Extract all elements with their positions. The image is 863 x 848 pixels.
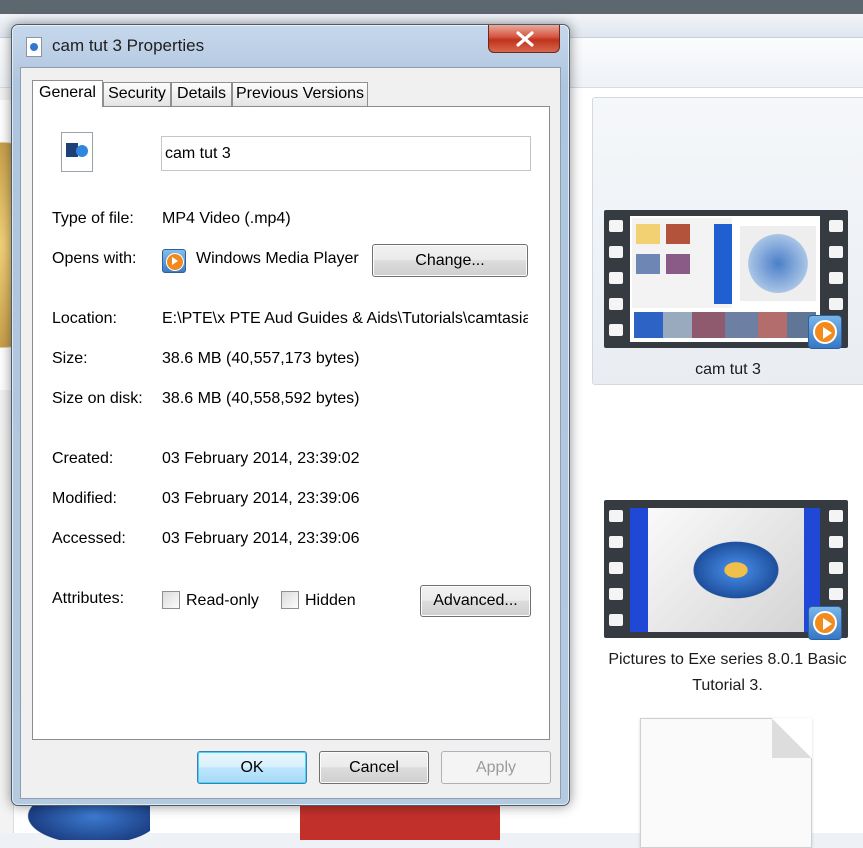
change-button[interactable]: Change...	[372, 244, 528, 277]
general-tab-panel: Type of file: MP4 Video (.mp4) Opens wit…	[32, 106, 550, 740]
size-on-disk-label: Size on disk:	[52, 390, 143, 407]
close-button[interactable]	[488, 25, 560, 53]
video-file-icon	[61, 132, 93, 172]
tab-previous-versions[interactable]: Previous Versions	[232, 82, 368, 106]
divider	[52, 288, 528, 289]
size-value: 38.6 MB (40,557,173 bytes)	[162, 350, 360, 367]
divider	[52, 568, 528, 569]
location-label: Location:	[52, 310, 117, 327]
hidden-checkbox[interactable]	[281, 591, 299, 609]
file-name-field[interactable]	[161, 136, 531, 171]
size-label: Size:	[52, 350, 88, 367]
title-bar[interactable]: cam tut 3 Properties	[12, 25, 569, 67]
file-label-cam-tut-3: cam tut 3	[695, 361, 761, 378]
advanced-button[interactable]: Advanced...	[420, 585, 531, 617]
accessed-value: 03 February 2014, 23:39:06	[162, 530, 360, 547]
created-value: 03 February 2014, 23:39:02	[162, 450, 360, 467]
file-label-pte-tutorial-3: Pictures to Exe series 8.0.1 Basic Tutor…	[592, 647, 863, 699]
divider	[52, 428, 528, 429]
type-of-file-label: Type of file:	[52, 210, 134, 227]
opens-with-label: Opens with:	[52, 250, 137, 267]
type-of-file-value: MP4 Video (.mp4)	[162, 210, 291, 227]
apply-button[interactable]: Apply	[441, 751, 551, 784]
dialog-client-area: General Security Details Previous Versio…	[20, 67, 561, 799]
media-file-icon	[26, 37, 42, 57]
tab-security[interactable]: Security	[103, 82, 171, 106]
tab-details[interactable]: Details	[171, 82, 232, 106]
window-title: cam tut 3 Properties	[52, 36, 205, 55]
ok-button[interactable]: OK	[197, 751, 307, 784]
hidden-label[interactable]: Hidden	[305, 591, 356, 611]
wmp-badge-icon	[808, 606, 842, 640]
close-icon	[516, 31, 534, 47]
divider	[52, 188, 528, 189]
windows-media-player-icon	[162, 249, 186, 273]
accessed-label: Accessed:	[52, 530, 126, 547]
location-value: E:\PTE\x PTE Aud Guides & Aids\Tutorials…	[162, 310, 528, 327]
background-thumbnail-partial	[300, 800, 500, 840]
created-label: Created:	[52, 450, 114, 467]
document-icon	[640, 718, 812, 848]
file-label-line1: Pictures to Exe series 8.0.1 Basic	[608, 651, 847, 668]
properties-dialog: cam tut 3 Properties General Security De…	[11, 24, 570, 806]
tab-general[interactable]: General	[32, 80, 103, 107]
modified-value: 03 February 2014, 23:39:06	[162, 490, 360, 507]
cancel-button[interactable]: Cancel	[319, 751, 429, 784]
modified-label: Modified:	[52, 490, 117, 507]
wmp-badge-icon	[808, 315, 842, 349]
size-on-disk-value: 38.6 MB (40,558,592 bytes)	[162, 390, 360, 407]
background-window-frame	[0, 0, 863, 14]
opens-with-value: Windows Media Player	[196, 250, 359, 267]
read-only-checkbox[interactable]	[162, 591, 180, 609]
file-label-line2: Tutorial 3.	[692, 677, 763, 694]
attributes-label: Attributes:	[52, 590, 125, 607]
read-only-label[interactable]: Read-only	[186, 591, 259, 611]
